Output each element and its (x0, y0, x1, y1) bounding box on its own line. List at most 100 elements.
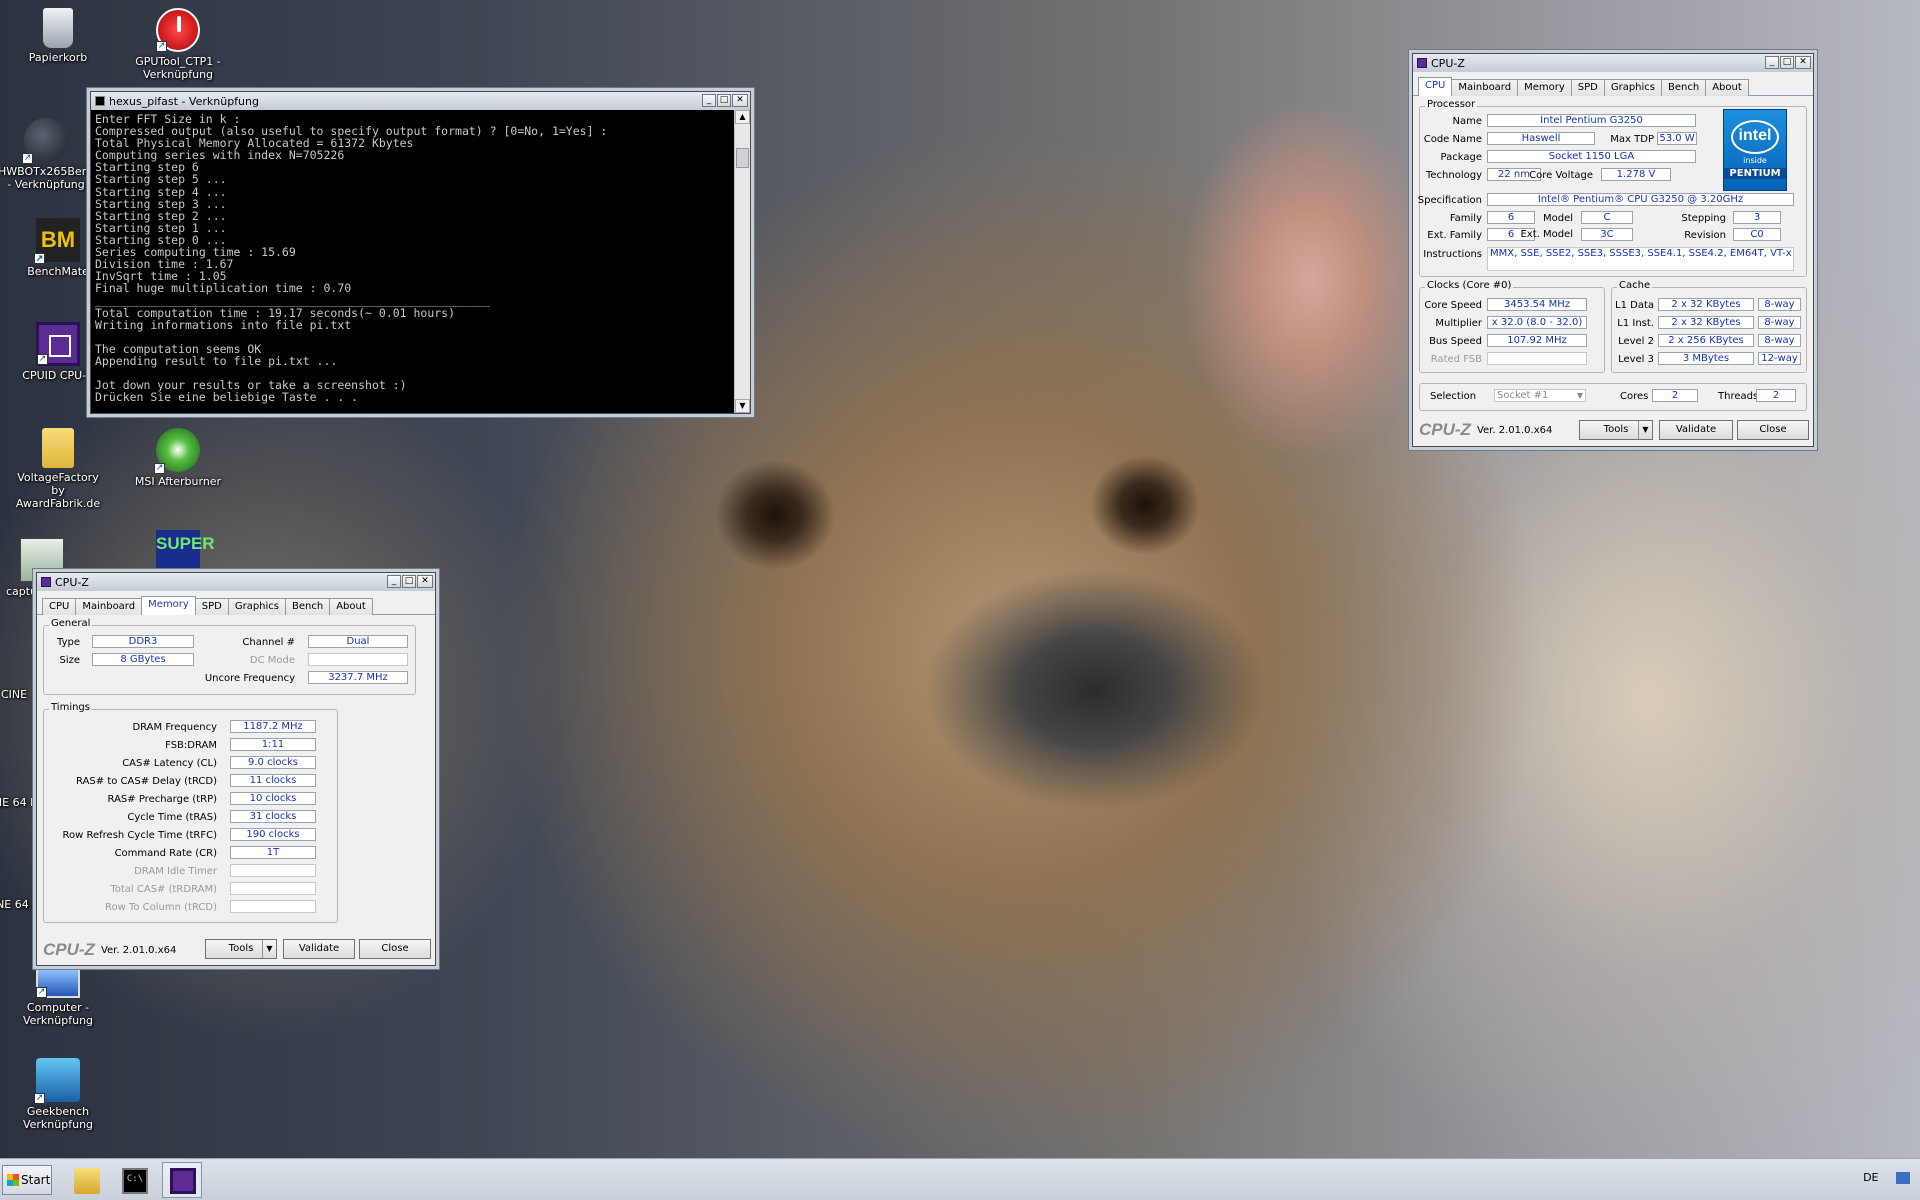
cores-value: 2 (1652, 389, 1698, 402)
system-tray: DE (1863, 1171, 1910, 1184)
maximize-button[interactable]: □ (402, 575, 416, 588)
desktop-icon-recycle-bin[interactable]: Papierkorb (10, 8, 106, 64)
maximize-button[interactable]: □ (717, 94, 731, 107)
desktop-icon-label: VoltageFactory by AwardFabrik.de (15, 471, 101, 510)
timing-label: FSB:DRAM (165, 740, 217, 751)
chevron-down-icon[interactable]: ▼ (262, 940, 276, 958)
rated-fsb-value (1487, 352, 1587, 365)
desktop-icon-afterburner[interactable]: ↗ MSI Afterburner (130, 428, 226, 488)
clocks-group: Clocks (Core #0) Core Speed 3453.54 MHz … (1419, 280, 1605, 373)
tab-spd[interactable]: SPD (1570, 79, 1605, 96)
cpuz-cpu-window[interactable]: CPU-Z _ □ ✕ CPU Mainboard Memory SPD Graphic… (1412, 53, 1814, 447)
console-scrollbar[interactable]: ▲ ▼ (734, 110, 750, 413)
cpuz-titlebar[interactable]: CPU-Z _ □ ✕ (37, 573, 435, 591)
tab-memory[interactable]: Memory (1517, 79, 1572, 96)
processor-group: Processor Name Intel Pentium G3250 Code … (1417, 99, 1807, 277)
desktop-icon-gputool[interactable]: ↗ GPUTool_CTP1 - Verknüpfung (130, 8, 226, 81)
intel-inside-text: inside (1743, 156, 1767, 165)
tab-memory[interactable]: Memory (141, 596, 196, 615)
desktop-icon-label: Geekbench Verknüpfung (22, 1105, 94, 1131)
start-button[interactable]: Start (2, 1165, 52, 1195)
tab-about[interactable]: About (329, 598, 373, 615)
taskbar-explorer[interactable] (66, 1162, 106, 1198)
desktop-icon-computer[interactable]: ↗ Computer - Verknüpfung (10, 968, 106, 1027)
group-title: Processor (1425, 99, 1478, 110)
close-button[interactable]: ✕ (732, 94, 748, 107)
desktop-icon-geekbench[interactable]: ↗ Geekbench Verknüpfung (10, 1058, 106, 1131)
name-label: Name (1452, 116, 1482, 127)
scroll-thumb[interactable] (736, 148, 749, 168)
cpuz-titlebar[interactable]: CPU-Z _ □ ✕ (1413, 54, 1813, 72)
revision-label: Revision (1684, 230, 1726, 241)
console-line: Starting step 5 ... (95, 172, 227, 187)
console-window[interactable]: hexus_pifast - Verknüpfung _ □ ✕ Enter F… (90, 91, 751, 414)
socket-select[interactable]: Socket #1 ▼ (1494, 389, 1586, 402)
desktop-icon-hwbot[interactable]: ↗ HWBOTx265Bench - Verknüpfung (0, 118, 102, 191)
desktop-icon-label: Papierkorb (28, 51, 88, 64)
tab-cpu[interactable]: CPU (42, 598, 77, 615)
minimize-button[interactable]: _ (702, 94, 716, 107)
timing-value: 1:11 (230, 738, 316, 751)
tab-mainboard[interactable]: Mainboard (1451, 79, 1519, 96)
language-indicator[interactable]: DE (1863, 1171, 1878, 1184)
intel-logo-text: intel (1731, 120, 1779, 154)
tools-button[interactable]: Tools ▼ (205, 939, 277, 959)
tab-graphics[interactable]: Graphics (1603, 79, 1663, 96)
taskbar-cpuz[interactable] (162, 1162, 202, 1198)
close-button[interactable]: Close (359, 939, 431, 959)
specification-label: Specification (1417, 195, 1482, 206)
tab-about[interactable]: About (1705, 79, 1749, 96)
validate-button[interactable]: Validate (1659, 420, 1733, 440)
l1-inst-assoc: 8-way (1758, 316, 1801, 329)
tdp-label: Max TDP (1610, 134, 1654, 145)
desktop-icon-superpi[interactable]: SUPER (130, 530, 226, 577)
name-value: Intel Pentium G3250 (1487, 114, 1696, 127)
desktop-icon-voltagefactory[interactable]: VoltageFactory by AwardFabrik.de (10, 428, 106, 510)
ext-family-label: Ext. Family (1427, 230, 1482, 241)
chevron-down-icon[interactable]: ▼ (1638, 421, 1652, 439)
tab-graphics[interactable]: Graphics (227, 598, 287, 615)
timings-group: Timings DRAM Frequency 1187.2 MHz FSB:DRAM… (43, 702, 338, 923)
size-label: Size (59, 655, 80, 666)
level2-value: 2 x 256 KBytes (1658, 334, 1754, 347)
console-titlebar[interactable]: hexus_pifast - Verknüpfung _ □ ✕ (91, 92, 750, 110)
tab-mainboard[interactable]: Mainboard (75, 598, 143, 615)
uncore-frequency-value: 3237.7 MHz (308, 671, 408, 684)
cpuz-cpu-content: Processor Name Intel Pentium G3250 Code … (1413, 96, 1813, 446)
timing-value: 190 clocks (230, 828, 316, 841)
action-center-icon[interactable] (1896, 1172, 1910, 1184)
close-button[interactable]: Close (1737, 420, 1809, 440)
close-button[interactable]: ✕ (417, 575, 433, 588)
folder-icon (74, 1168, 100, 1194)
multiplier-label: Multiplier (1435, 318, 1482, 329)
benchmate-icon: BM ↗ (34, 218, 80, 264)
desktop-icon-label: GPUTool_CTP1 - Verknüpfung (135, 55, 221, 81)
codename-value: Haswell (1487, 132, 1595, 145)
cpuz-memory-window[interactable]: CPU-Z _ □ ✕ CPU Mainboard Memory SPD Graphic… (36, 572, 436, 966)
tab-spd[interactable]: SPD (194, 598, 229, 615)
minimize-button[interactable]: _ (387, 575, 401, 588)
scroll-down-arrow[interactable]: ▼ (735, 399, 750, 413)
window-title: CPU-Z (55, 575, 89, 589)
tab-bench[interactable]: Bench (285, 598, 331, 615)
minimize-button[interactable]: _ (1765, 56, 1779, 69)
tab-cpu[interactable]: CPU (1418, 77, 1453, 96)
taskbar-console[interactable]: C:\ (114, 1162, 154, 1198)
core-voltage-value: 1.278 V (1601, 168, 1671, 181)
technology-label: Technology (1425, 170, 1482, 181)
tools-button[interactable]: Tools ▼ (1579, 420, 1653, 440)
cache-group: Cache L1 Data 2 x 32 KBytes 8-way L1 Ins… (1611, 280, 1807, 373)
close-button[interactable]: ✕ (1795, 56, 1811, 69)
computer-icon: ↗ (36, 968, 80, 998)
level3-assoc: 12-way (1758, 352, 1801, 365)
version-text: Ver. 2.01.0.x64 (100, 944, 177, 956)
tab-bench[interactable]: Bench (1661, 79, 1707, 96)
group-title: Timings (49, 702, 92, 713)
selection-label: Selection (1430, 391, 1477, 402)
maximize-button[interactable]: □ (1780, 56, 1794, 69)
scroll-up-arrow[interactable]: ▲ (735, 110, 750, 124)
desktop-icon-label: MSI Afterburner (134, 475, 222, 488)
timing-label: CAS# Latency (CL) (122, 758, 217, 769)
channel-label: Channel # (242, 637, 295, 648)
validate-button[interactable]: Validate (283, 939, 355, 959)
